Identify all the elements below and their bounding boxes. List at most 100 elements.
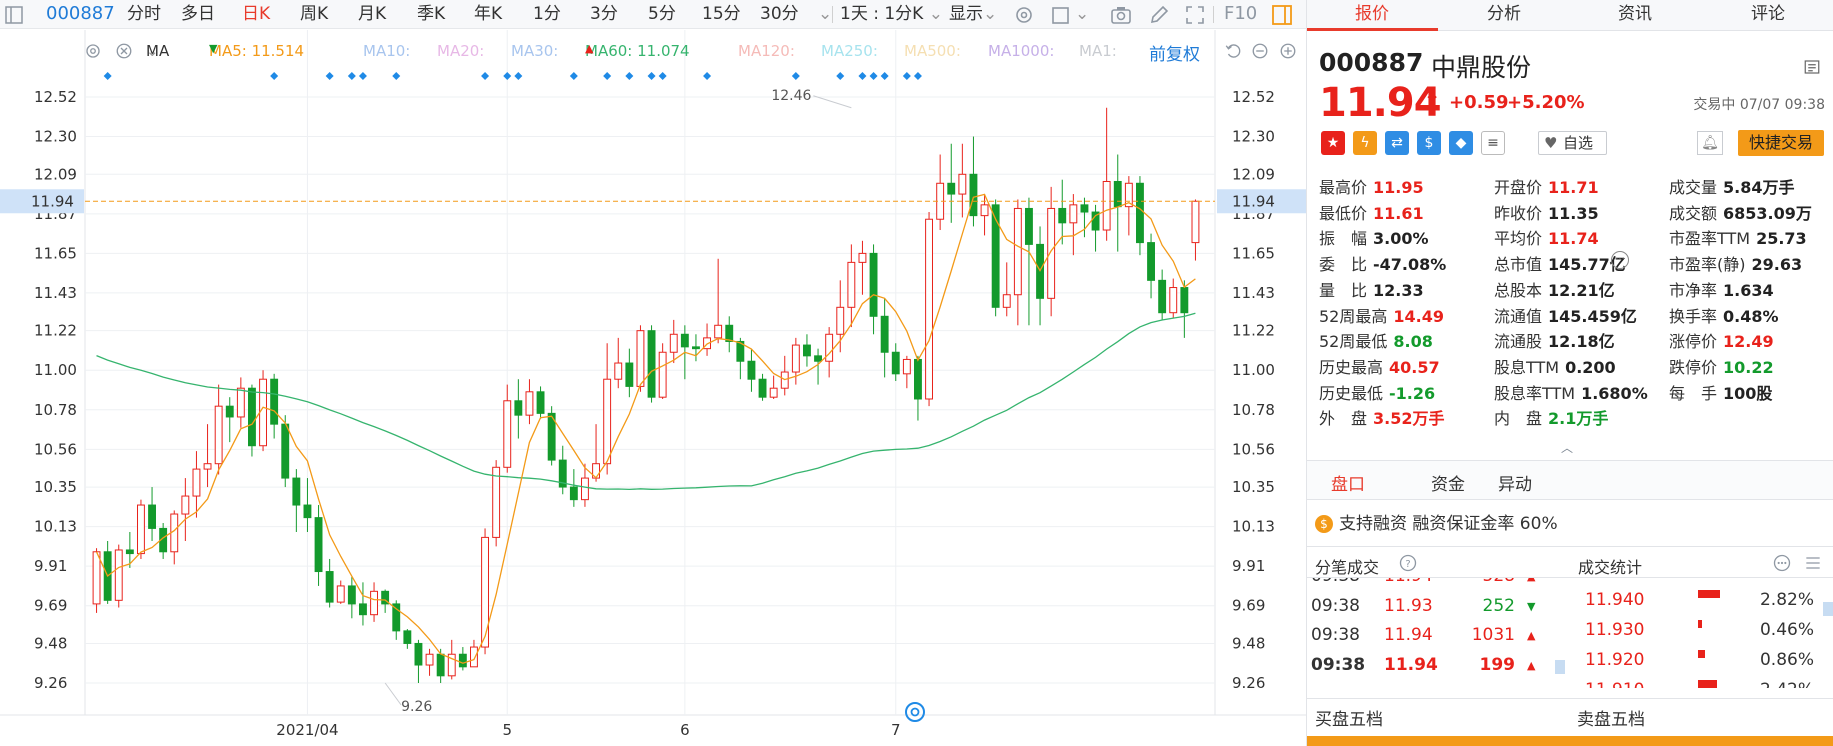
period-tab-yearly-k[interactable]: 年K [474,0,502,29]
candle-body[interactable] [214,405,223,465]
candle-body[interactable] [225,405,234,418]
candle-body[interactable] [458,653,467,668]
period-tab-1min[interactable]: 1分 [533,0,561,29]
candle-body[interactable] [769,387,778,398]
candle-body[interactable] [325,571,334,603]
tab-fund-flow[interactable]: 资金 [1431,470,1465,495]
candle-body[interactable] [1058,207,1067,224]
camera-icon[interactable] [1109,3,1133,27]
candle-body[interactable] [669,333,678,353]
candle-body[interactable] [1180,287,1189,314]
bell-icon[interactable]: 🔔︎ [1697,131,1723,155]
candle-body[interactable] [347,585,356,605]
candle-body[interactable] [259,378,267,447]
display-dropdown[interactable]: 显示⌄ [949,0,997,29]
candle-body[interactable] [914,358,922,400]
add-watchlist-button[interactable]: ♥ 自选 [1538,131,1607,155]
tick-list[interactable]: 09:38 11.94 528 ▲ 09:38 11.93 252 ▼ 09:38 11.94 10… [1307,578,1577,688]
period-more-chevron-icon[interactable]: ⌄ [818,0,832,29]
candle-body[interactable] [236,387,245,418]
candle-body[interactable] [359,603,367,616]
candle-body[interactable] [758,378,767,398]
candle-body[interactable] [292,477,301,506]
candle-body[interactable] [847,261,856,308]
lightning-icon[interactable]: ϟ [1353,131,1377,155]
period-tab-5min[interactable]: 5分 [648,0,676,29]
candle-body[interactable] [714,324,723,339]
period-tab-monthly-k[interactable]: 月K [358,0,386,29]
chevron-up-icon[interactable]: ︿ [1561,439,1573,456]
candle-body[interactable] [303,504,312,519]
candle-body[interactable] [392,603,401,632]
candle-body[interactable] [1013,207,1022,296]
shuffle-icon[interactable]: ⇄ [1385,131,1409,155]
gear-icon[interactable] [84,42,102,64]
candle-body[interactable] [1113,180,1122,208]
candle-body[interactable] [114,549,123,601]
zoom-in-icon[interactable] [1279,42,1297,64]
candle-body[interactable] [814,355,822,362]
candle-body[interactable] [980,204,989,217]
period-tab-daily-k[interactable]: 日K [242,0,270,29]
period-tab-30min[interactable]: 30分 [760,0,799,29]
candle-body[interactable] [825,333,834,362]
close-icon[interactable] [115,42,133,64]
candle-body[interactable] [314,517,323,573]
candle-body[interactable] [1047,207,1056,299]
sidebar-toggle-icon[interactable] [2,3,24,27]
period-tab-quarterly-k[interactable]: 季K [417,0,445,29]
candle-body[interactable] [370,590,378,616]
candle-body[interactable] [692,346,700,350]
candle-body[interactable] [481,536,489,648]
gear-icon[interactable] [1012,3,1036,27]
candle-body[interactable] [891,351,900,375]
candle-body[interactable] [925,218,933,400]
candle-body[interactable] [969,173,978,217]
more-icon[interactable]: ··· [1611,251,1629,269]
candle-body[interactable] [658,351,667,398]
candle-body[interactable] [603,378,612,465]
pencil-icon[interactable] [1147,3,1171,27]
more-icon[interactable] [1772,553,1792,577]
candle-body[interactable] [425,653,434,666]
candle-body[interactable] [137,504,145,555]
candle-body[interactable] [181,495,190,515]
chart-style-icon[interactable] [1049,3,1073,27]
period-tab-3min[interactable]: 3分 [590,0,618,29]
tab-news[interactable]: 资讯 [1618,0,1652,31]
candle-body[interactable] [1191,200,1200,244]
fast-trade-button[interactable]: 快捷交易 [1738,130,1824,156]
candle-body[interactable] [1147,242,1155,281]
list-icon[interactable] [1803,553,1823,577]
candle-body[interactable] [414,642,423,666]
tag-icon[interactable]: ◆ [1449,131,1473,155]
candle-body[interactable] [281,423,290,479]
candle-body[interactable] [92,551,101,605]
candle-body[interactable] [947,182,956,195]
stock-code-link[interactable]: 000887 [46,0,115,29]
candle-body[interactable] [148,504,156,529]
china-flag-icon[interactable]: ★ [1321,131,1345,155]
candle-body[interactable] [647,330,656,398]
candle-body[interactable] [880,315,889,353]
tab-quote[interactable]: 报价 [1355,0,1389,31]
candle-body[interactable] [525,391,534,416]
candle-body[interactable] [1080,204,1089,213]
candle-body[interactable] [958,173,967,195]
intraday-setting-dropdown[interactable]: 1天 : 1分K ⌄ [840,0,943,29]
trade-stats-list[interactable]: 11.940 2.82% 11.930 0.46% 11.920 0.86% 11.910 2… [1575,578,1833,688]
tab-comments[interactable]: 评论 [1751,0,1785,31]
candle-body[interactable] [403,630,412,644]
tick-scrollbar[interactable] [1555,660,1565,674]
candle-body[interactable] [581,477,589,501]
candle-body[interactable] [503,400,512,468]
candle-body[interactable] [1025,207,1033,245]
period-tab-15min[interactable]: 15分 [702,0,741,29]
candle-body[interactable] [1169,287,1178,314]
panel-layout-icon[interactable] [1803,58,1821,80]
panel-toggle-icon[interactable] [1270,3,1294,27]
fullscreen-icon[interactable] [1183,3,1207,27]
candle-body[interactable] [514,400,523,416]
period-tab-multiday[interactable]: 多日 [181,0,215,29]
candle-body[interactable] [747,360,756,380]
